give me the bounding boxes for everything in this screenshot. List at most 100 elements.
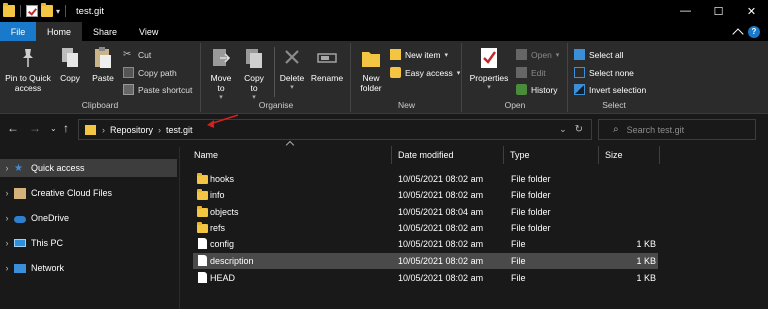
rename-button[interactable]: Rename — [309, 46, 345, 83]
file-size: 1 KB — [636, 256, 656, 266]
easy-access-button[interactable]: Easy access ▾ — [390, 67, 460, 78]
rename-icon — [317, 53, 337, 63]
nav-item-network[interactable]: › Network — [0, 259, 177, 277]
column-header-name[interactable]: Name — [194, 150, 218, 160]
expand-chevron-icon[interactable]: › — [0, 263, 14, 273]
column-divider[interactable] — [598, 146, 599, 164]
sort-ascending-icon — [285, 140, 295, 150]
column-divider[interactable] — [391, 146, 392, 164]
file-name: description — [210, 256, 254, 266]
properties-icon[interactable] — [26, 5, 38, 17]
open-label: Open — [531, 49, 552, 60]
breadcrumb-separator[interactable]: › — [158, 125, 161, 135]
address-row: ← → ⌄ ↑ › Repository › test.git ⌄ ↻ ⌕ Se… — [0, 115, 768, 143]
invert-selection-label: Invert selection — [589, 84, 647, 95]
copy-path-button[interactable]: Copy path — [123, 67, 177, 78]
tab-file[interactable]: File — [0, 22, 36, 41]
pane-splitter[interactable] — [179, 147, 180, 309]
computer-icon — [14, 239, 26, 247]
copy-to-button[interactable]: Copy to ▾ — [240, 46, 268, 103]
back-arrow-icon[interactable]: ← — [7, 121, 19, 135]
table-row-selected[interactable]: description 10/05/2021 08:02 am File 1 K… — [193, 253, 658, 269]
dropdown-arrow-icon: ▾ — [444, 51, 448, 59]
copy-to-label: Copy to — [244, 73, 264, 93]
pin-quick-access-button[interactable]: Pin to Quick access — [2, 46, 54, 93]
select-all-icon — [574, 49, 585, 60]
expand-chevron-icon[interactable]: › — [0, 213, 14, 223]
refresh-icon[interactable]: ↻ — [575, 124, 583, 135]
minimize-button[interactable]: — — [669, 0, 702, 22]
search-input[interactable]: ⌕ Search test.git — [598, 119, 756, 140]
expand-chevron-icon[interactable]: › — [0, 163, 14, 173]
nav-item-creative-cloud-files[interactable]: › Creative Cloud Files — [0, 184, 177, 202]
address-bar[interactable]: › Repository › test.git ⌄ ↻ — [78, 119, 592, 140]
edit-button[interactable]: Edit — [516, 67, 546, 78]
column-header-size[interactable]: Size — [605, 150, 623, 160]
new-item-button[interactable]: New item ▾ — [390, 49, 448, 60]
table-row[interactable]: HEAD 10/05/2021 08:02 am File 1 KB — [193, 270, 658, 286]
forward-arrow-icon[interactable]: → — [29, 121, 41, 135]
select-all-label: Select all — [589, 49, 624, 60]
cut-button[interactable]: ✂ Cut — [123, 49, 151, 60]
tab-share[interactable]: Share — [82, 22, 128, 41]
folder-icon — [197, 222, 208, 233]
copy-button[interactable]: Copy — [56, 46, 84, 83]
easy-access-icon — [390, 67, 401, 78]
file-type: File — [511, 273, 526, 283]
column-divider[interactable] — [659, 146, 660, 164]
address-history-chevron-icon[interactable]: ⌄ — [559, 124, 567, 135]
file-type: File folder — [511, 190, 551, 200]
recent-locations-chevron-icon[interactable]: ⌄ — [50, 124, 57, 133]
help-icon[interactable]: ? — [748, 25, 760, 38]
up-arrow-icon[interactable]: ↑ — [63, 121, 69, 135]
new-group: New folder New item ▾ Easy access ▾ New — [352, 43, 462, 112]
search-placeholder: Search test.git — [626, 124, 685, 135]
column-header-date-modified[interactable]: Date modified — [398, 150, 454, 160]
select-none-button[interactable]: Select none — [574, 67, 634, 78]
edit-label: Edit — [531, 67, 546, 78]
column-divider[interactable] — [503, 146, 504, 164]
breadcrumb-separator[interactable]: › — [102, 125, 105, 135]
close-button[interactable]: ✕ — [735, 0, 768, 22]
nav-item-quick-access[interactable]: › ★ Quick access — [0, 159, 177, 177]
paste-button[interactable]: Paste — [88, 46, 118, 83]
nav-label: Quick access — [31, 163, 85, 173]
column-header-type[interactable]: Type — [510, 150, 530, 160]
select-all-button[interactable]: Select all — [574, 49, 624, 60]
invert-selection-button[interactable]: Invert selection — [574, 84, 646, 95]
delete-button[interactable]: Delete ▾ — [277, 46, 307, 93]
file-type: File folder — [511, 223, 551, 233]
expand-chevron-icon[interactable]: › — [0, 188, 14, 198]
tab-view[interactable]: View — [128, 22, 169, 41]
file-icon — [198, 272, 207, 283]
folder-icon — [85, 124, 96, 135]
nav-item-onedrive[interactable]: › OneDrive — [0, 209, 177, 227]
customize-toolbar-dropdown[interactable]: ▾ — [56, 7, 60, 16]
table-row[interactable]: config 10/05/2021 08:02 am File 1 KB — [193, 236, 658, 252]
expand-chevron-icon[interactable]: › — [0, 238, 14, 248]
new-item-icon — [390, 49, 401, 60]
table-row[interactable]: refs 10/05/2021 08:02 am File folder — [193, 220, 658, 236]
divider — [65, 5, 67, 17]
properties-button[interactable]: Properties ▾ — [466, 46, 512, 93]
collapse-ribbon-icon[interactable] — [732, 27, 744, 40]
table-row[interactable]: objects 10/05/2021 08:04 am File folder — [193, 204, 658, 220]
history-button[interactable]: History — [516, 84, 557, 95]
dropdown-arrow-icon: ▾ — [290, 84, 294, 91]
open-button[interactable]: Open ▾ — [516, 49, 559, 60]
new-folder-button[interactable]: New folder — [356, 46, 386, 93]
table-row[interactable]: info 10/05/2021 08:02 am File folder — [193, 187, 658, 203]
new-item-label: New item — [405, 49, 441, 60]
breadcrumb-repository[interactable]: Repository — [110, 125, 153, 135]
nav-item-this-pc[interactable]: › This PC — [0, 234, 177, 252]
tab-home[interactable]: Home — [36, 22, 83, 41]
table-row[interactable]: hooks 10/05/2021 08:02 am File folder — [193, 171, 658, 187]
file-icon — [198, 255, 207, 266]
new-folder-icon[interactable] — [41, 3, 53, 17]
file-date: 10/05/2021 08:02 am — [398, 223, 484, 233]
move-to-button[interactable]: Move to ▾ — [207, 46, 235, 103]
maximize-button[interactable]: ☐ — [702, 0, 735, 22]
paste-shortcut-button[interactable]: Paste shortcut — [123, 84, 192, 95]
breadcrumb-test-git[interactable]: test.git — [166, 125, 193, 135]
scissors-icon: ✂ — [123, 49, 132, 60]
